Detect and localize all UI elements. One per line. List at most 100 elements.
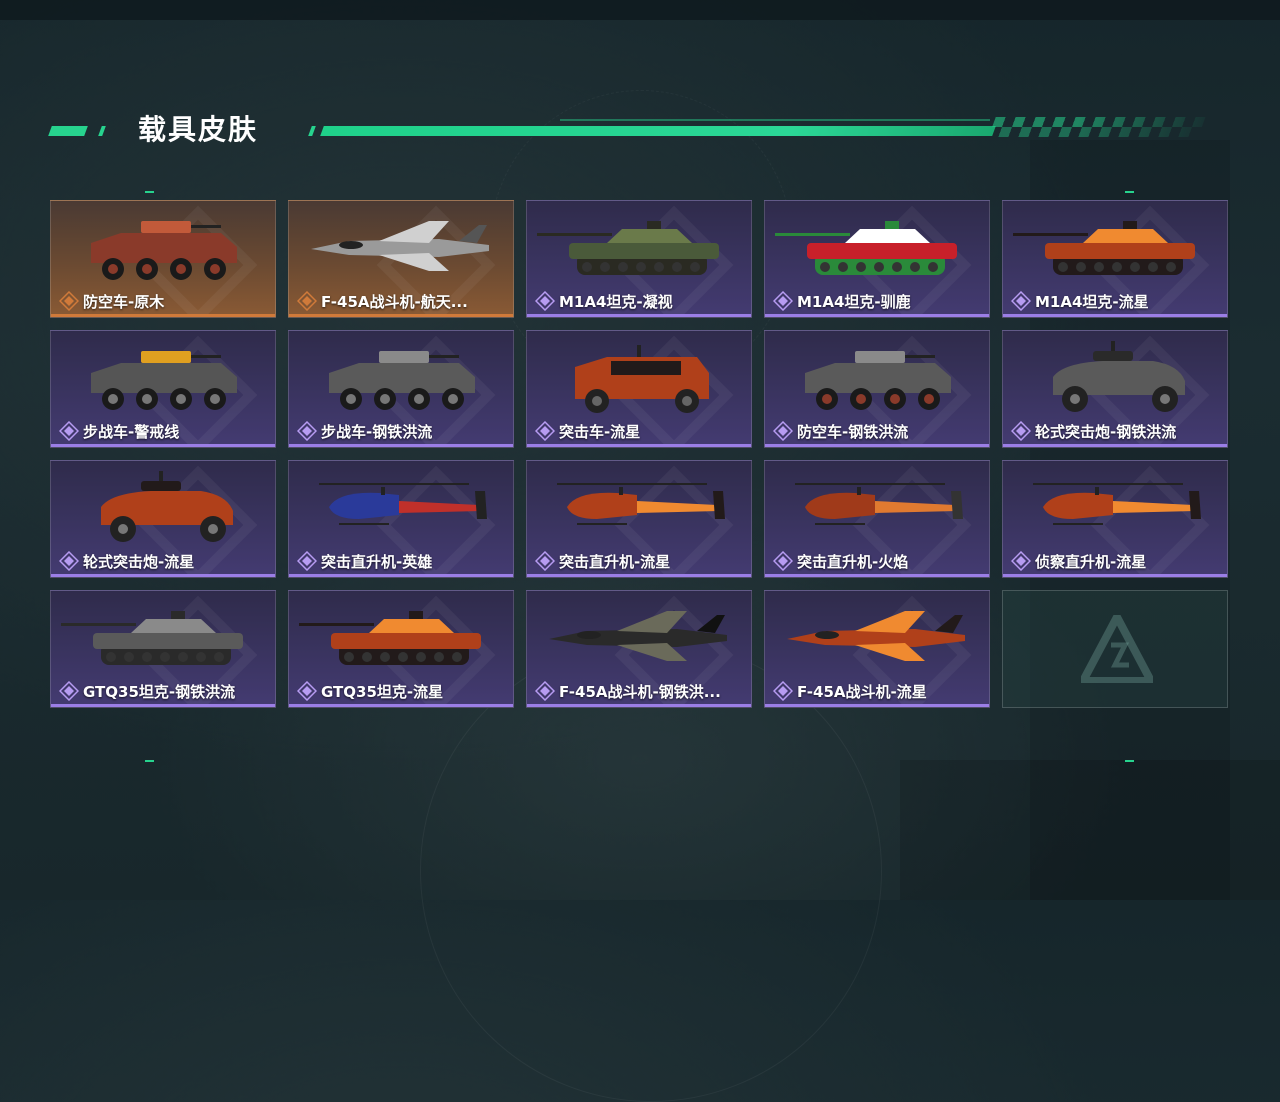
skin-name: F-45A战斗机-流星 <box>797 682 927 701</box>
vehicle-image <box>787 611 965 661</box>
skin-name: 突击车-流星 <box>559 422 641 441</box>
skin-label-row: GTQ35坦克-流星 <box>297 681 443 701</box>
corner-tick <box>1125 191 1134 193</box>
rarity-bar <box>765 444 989 447</box>
skin-card[interactable]: 防空车-钢铁洪流 <box>764 330 990 448</box>
skin-card[interactable]: M1A4坦克-流星 <box>1002 200 1228 318</box>
rarity-bar <box>1003 574 1227 577</box>
rarity-bar <box>51 574 275 577</box>
rarity-diamond-icon <box>535 551 555 571</box>
skin-name: F-45A战斗机-航天... <box>321 292 468 311</box>
skin-grid: 防空车-原木 F-45A战斗机-航天... M1A4坦克-凝视 M1A4坦克-驯鹿 M1… <box>50 200 1230 710</box>
skin-card[interactable]: 突击直升机-流星 <box>526 460 752 578</box>
skin-name: 步战车-钢铁洪流 <box>321 422 433 441</box>
vehicle-image <box>91 351 237 410</box>
vehicle-image <box>1033 483 1201 525</box>
rarity-bar <box>289 314 513 317</box>
skin-name: GTQ35坦克-流星 <box>321 682 444 701</box>
skin-name: 轮式突击炮-钢铁洪流 <box>1035 422 1177 441</box>
skin-card[interactable]: 轮式突击炮-钢铁洪流 <box>1002 330 1228 448</box>
skin-name: 轮式突击炮-流星 <box>83 552 195 571</box>
skin-label-row: 步战车-警戒线 <box>59 421 179 441</box>
skin-label-row: 轮式突击炮-流星 <box>59 551 194 571</box>
background-structure <box>900 760 1280 900</box>
skin-card[interactable]: GTQ35坦克-钢铁洪流 <box>50 590 276 708</box>
rarity-diamond-icon <box>59 681 79 701</box>
skin-label-row: 突击直升机-流星 <box>535 551 670 571</box>
header-accent-bar <box>48 126 88 136</box>
corner-tick <box>1125 760 1134 762</box>
skin-card[interactable]: GTQ35坦克-流星 <box>288 590 514 708</box>
header-accent-bar <box>308 126 316 136</box>
rarity-bar <box>51 704 275 707</box>
header-checker-pattern <box>988 117 1206 137</box>
header-accent-bar <box>98 126 106 136</box>
skin-name: 突击直升机-火焰 <box>797 552 909 571</box>
rarity-diamond-icon <box>1011 421 1031 441</box>
rarity-bar <box>527 574 751 577</box>
rarity-diamond-icon <box>535 681 555 701</box>
skin-name: 防空车-钢铁洪流 <box>797 422 909 441</box>
vehicle-image <box>61 611 243 665</box>
rarity-diamond-icon <box>773 551 793 571</box>
rarity-diamond-icon <box>297 681 317 701</box>
header-thin-line <box>560 119 990 121</box>
skin-label-row: GTQ35坦克-钢铁洪流 <box>59 681 235 701</box>
skin-card[interactable]: 突击直升机-英雄 <box>288 460 514 578</box>
skin-label-row: 突击车-流星 <box>535 421 640 441</box>
skin-card[interactable]: 步战车-钢铁洪流 <box>288 330 514 448</box>
rarity-diamond-icon <box>773 681 793 701</box>
skin-name: GTQ35坦克-钢铁洪流 <box>83 682 236 701</box>
skin-label-row: 防空车-钢铁洪流 <box>773 421 908 441</box>
vehicle-image <box>329 351 475 410</box>
corner-tick <box>145 191 154 193</box>
rarity-bar <box>765 704 989 707</box>
skin-card[interactable]: 步战车-警戒线 <box>50 330 276 448</box>
rarity-bar <box>765 314 989 317</box>
vehicle-image <box>549 611 727 661</box>
skin-card[interactable]: F-45A战斗机-流星 <box>764 590 990 708</box>
skin-card-empty[interactable] <box>1002 590 1228 708</box>
rarity-diamond-icon <box>535 291 555 311</box>
skin-card[interactable]: 突击直升机-火焰 <box>764 460 990 578</box>
skin-card[interactable]: 突击车-流星 <box>526 330 752 448</box>
vehicle-image <box>101 471 233 542</box>
rarity-diamond-icon <box>535 421 555 441</box>
rarity-bar <box>527 704 751 707</box>
corner-tick <box>145 760 154 762</box>
vehicle-image <box>795 483 963 525</box>
skin-card[interactable]: M1A4坦克-驯鹿 <box>764 200 990 318</box>
skin-label-row: F-45A战斗机-流星 <box>773 681 927 701</box>
skin-label-row: 侦察直升机-流星 <box>1011 551 1146 571</box>
vehicle-image <box>775 221 957 275</box>
rarity-bar <box>51 444 275 447</box>
skin-name: 防空车-原木 <box>83 292 165 311</box>
skin-name: M1A4坦克-凝视 <box>559 292 673 311</box>
vehicle-image <box>575 345 709 413</box>
rarity-bar <box>289 574 513 577</box>
skin-name: 步战车-警戒线 <box>83 422 180 441</box>
skin-label-row: 突击直升机-英雄 <box>297 551 432 571</box>
skin-label-row: 步战车-钢铁洪流 <box>297 421 432 441</box>
skin-label-row: 防空车-原木 <box>59 291 164 311</box>
skin-name: M1A4坦克-驯鹿 <box>797 292 911 311</box>
rarity-diamond-icon <box>59 551 79 571</box>
rarity-bar <box>51 314 275 317</box>
skin-card[interactable]: M1A4坦克-凝视 <box>526 200 752 318</box>
skin-card[interactable]: F-45A战斗机-钢铁洪... <box>526 590 752 708</box>
rarity-diamond-icon <box>1011 551 1031 571</box>
vehicle-image <box>1013 221 1195 275</box>
vehicle-image <box>557 483 725 525</box>
skin-name: F-45A战斗机-钢铁洪... <box>559 682 721 701</box>
skin-card[interactable]: 轮式突击炮-流星 <box>50 460 276 578</box>
skin-label-row: F-45A战斗机-钢铁洪... <box>535 681 721 701</box>
rarity-diamond-icon <box>297 421 317 441</box>
skin-card[interactable]: 防空车-原木 <box>50 200 276 318</box>
top-band <box>0 0 1280 20</box>
vehicle-image <box>311 221 489 271</box>
skin-label-row: M1A4坦克-凝视 <box>535 291 673 311</box>
rarity-diamond-icon <box>59 421 79 441</box>
skin-card[interactable]: 侦察直升机-流星 <box>1002 460 1228 578</box>
rarity-bar <box>1003 314 1227 317</box>
skin-card[interactable]: F-45A战斗机-航天... <box>288 200 514 318</box>
